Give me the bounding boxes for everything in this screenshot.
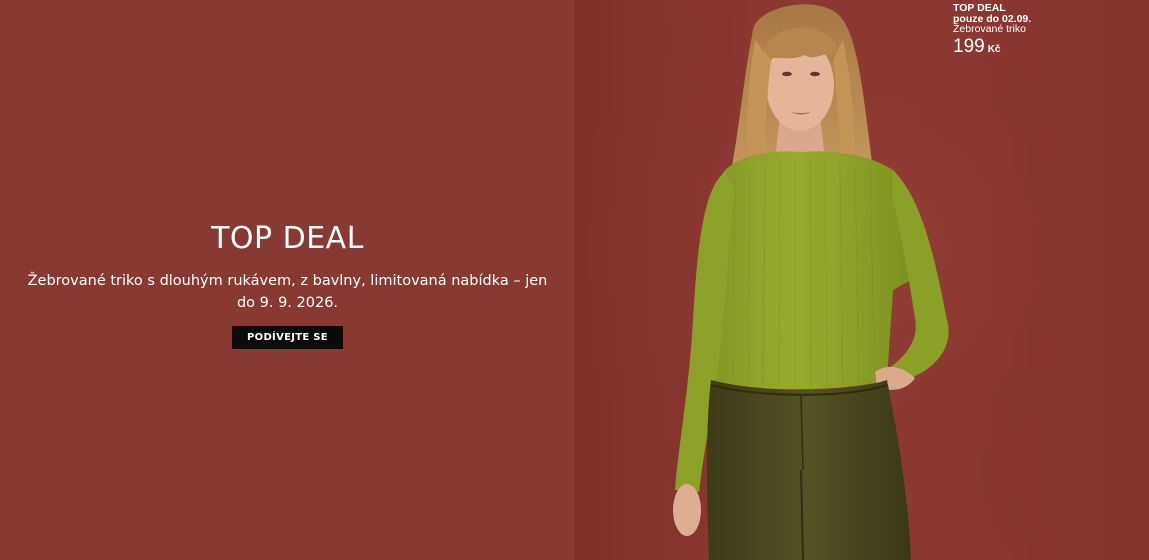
price-value: 199	[953, 35, 985, 57]
promo-banner[interactable]: TOP DEAL Žebrované triko s dlouhým rukáv…	[0, 0, 1149, 560]
price-tag-badge: TOP DEAL	[953, 2, 1006, 14]
model-photo	[575, 0, 1149, 560]
price-row: 199 Kč	[953, 35, 1031, 57]
price-currency: Kč	[987, 43, 1001, 55]
price-tag-product-name: Žebrované triko	[953, 23, 1026, 35]
promo-headline: TOP DEAL	[211, 221, 364, 256]
price-tag[interactable]: TOP DEAL pouze do 02.09. Žebrované triko…	[953, 3, 1031, 57]
product-image-panel[interactable]: TOP DEAL pouze do 02.09. Žebrované triko…	[575, 0, 1149, 560]
view-button[interactable]: PODÍVEJTE SE	[232, 326, 343, 349]
promo-text-panel: TOP DEAL Žebrované triko s dlouhým rukáv…	[0, 0, 575, 560]
promo-description: Žebrované triko s dlouhým rukávem, z bav…	[27, 273, 548, 311]
